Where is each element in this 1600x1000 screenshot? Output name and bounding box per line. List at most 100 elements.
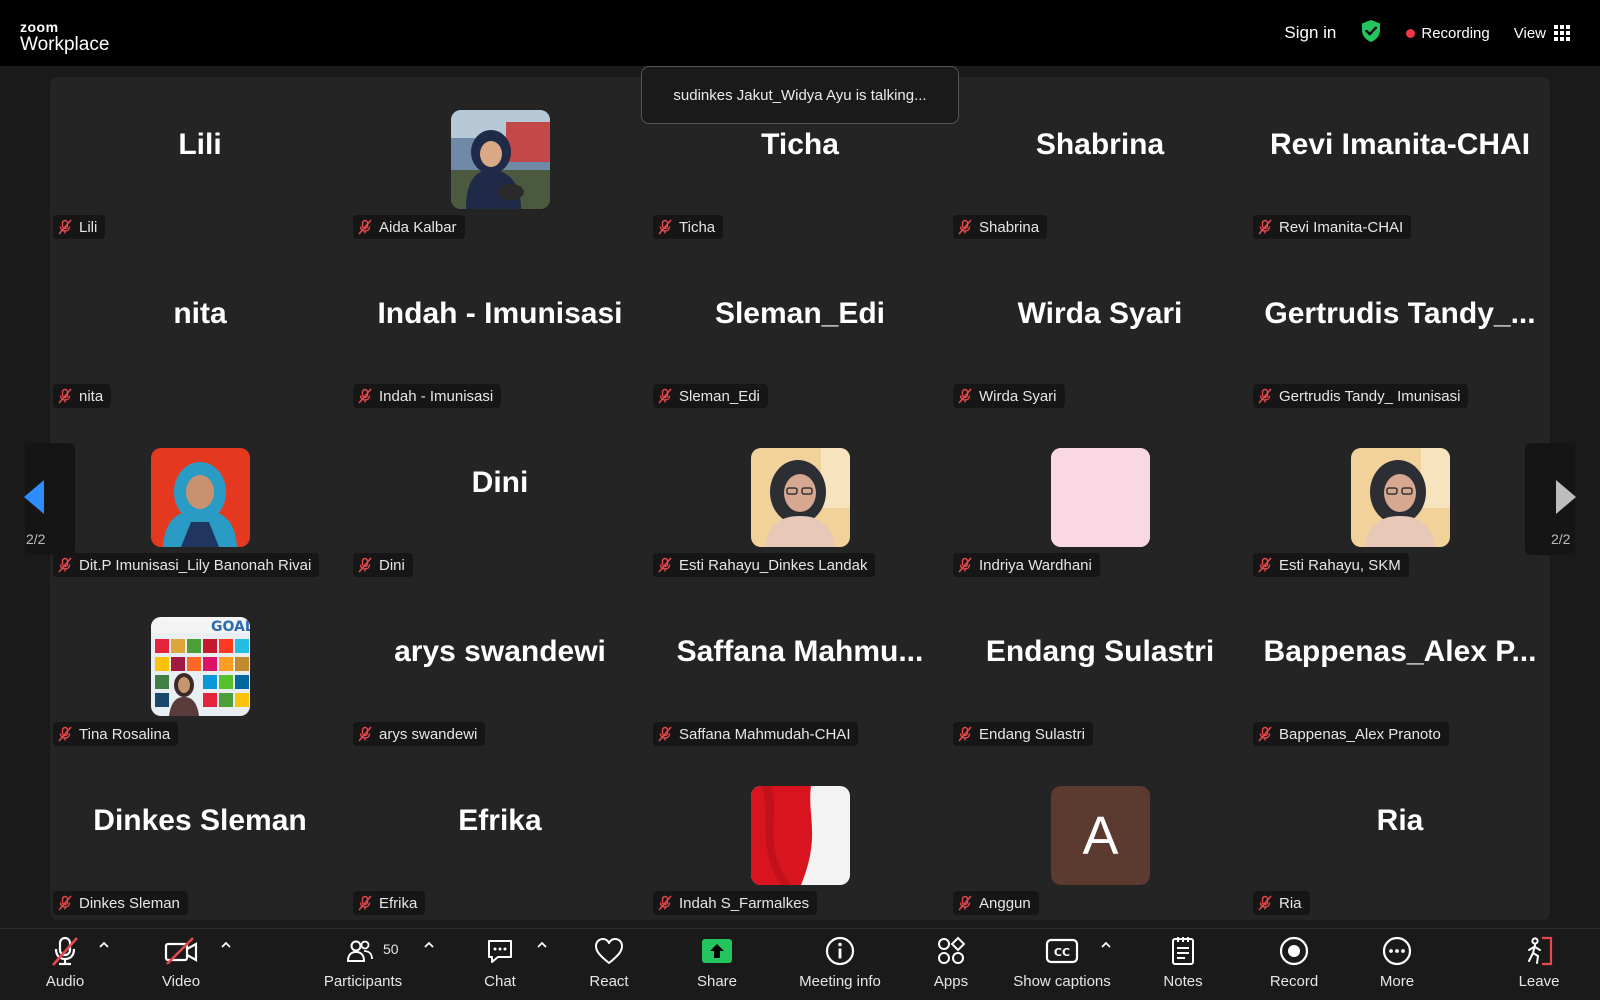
participant-tile[interactable]: Indriya Wardhani — [950, 415, 1250, 584]
leave-exit-icon — [1528, 936, 1553, 966]
gallery-stage: Lili Lili Aida Kalbar Ticha Ticha Shabrina Sha… — [50, 77, 1550, 920]
chat-options-chevron-up-icon[interactable] — [536, 939, 548, 951]
react-button[interactable]: React — [584, 929, 634, 1000]
meeting-info-button[interactable]: Meeting info — [794, 929, 886, 1000]
participant-name: Aida Kalbar — [379, 218, 457, 236]
participant-tile[interactable]: Saffana Mahmu... Saffana Mahmudah-CHAI — [650, 584, 950, 753]
participant-tile[interactable]: Ria Ria — [1250, 753, 1550, 922]
participants-icon — [346, 940, 373, 962]
participants-label: Participants — [323, 973, 403, 990]
participant-name-label: Shabrina — [953, 215, 1048, 239]
muted-mic-icon — [958, 726, 972, 742]
muted-mic-icon — [58, 557, 72, 573]
participant-tile[interactable]: A Anggun — [950, 753, 1250, 922]
participant-tile[interactable]: Shabrina Shabrina — [950, 77, 1250, 246]
participant-tile[interactable]: Aida Kalbar — [350, 77, 650, 246]
participant-name-label: Indah S_Farmalkes — [653, 891, 818, 915]
captions-options-chevron-up-icon[interactable] — [1100, 939, 1112, 951]
participant-name: Esti Rahayu_Dinkes Landak — [679, 556, 868, 574]
leave-button[interactable]: Leave — [1514, 929, 1564, 1000]
participant-name: Gertrudis Tandy_ Imunisasi — [1279, 387, 1461, 405]
record-icon — [1279, 936, 1309, 966]
apps-button[interactable]: Apps — [926, 929, 976, 1000]
notes-button[interactable]: Notes — [1158, 929, 1208, 1000]
audio-options-chevron-up-icon[interactable] — [98, 939, 110, 951]
participant-tile[interactable]: Efrika Efrika — [350, 753, 650, 922]
participant-name: Bappenas_Alex Pranoto — [1279, 725, 1441, 743]
closed-captions-icon: CC — [1045, 938, 1079, 964]
more-button[interactable]: More — [1372, 929, 1422, 1000]
participant-tile[interactable]: GOALS Tina Rosalina — [50, 584, 350, 753]
muted-mic-icon — [958, 557, 972, 573]
video-off-icon — [164, 937, 198, 965]
participant-name: Dini — [379, 556, 405, 574]
security-shield-icon[interactable] — [1360, 19, 1382, 48]
participant-name-label: Revi Imanita-CHAI — [1253, 215, 1412, 239]
participant-display-name: Revi Imanita-CHAI — [1269, 128, 1531, 161]
participant-tile[interactable]: Dit.P Imunisasi_Lily Banonah Rivai — [50, 415, 350, 584]
participant-tile[interactable]: Bappenas_Alex P... Bappenas_Alex Pranoto — [1250, 584, 1550, 753]
participant-tile[interactable]: Indah - Imunisasi Indah - Imunisasi — [350, 246, 650, 415]
participant-tile[interactable]: Sleman_Edi Sleman_Edi — [650, 246, 950, 415]
participant-name: arys swandewi — [379, 725, 478, 743]
participants-options-chevron-up-icon[interactable] — [423, 939, 435, 951]
participant-tile[interactable]: Endang Sulastri Endang Sulastri — [950, 584, 1250, 753]
chat-button[interactable]: Chat — [478, 929, 522, 1000]
muted-mic-icon — [58, 726, 72, 742]
page-indicator-left: 2/2 — [26, 531, 46, 547]
participants-button[interactable]: Participants — [318, 929, 408, 1000]
participant-name-label: Sleman_Edi — [653, 384, 768, 408]
participant-tile[interactable]: Wirda Syari Wirda Syari — [950, 246, 1250, 415]
participant-tile[interactable]: Indah S_Farmalkes — [650, 753, 950, 922]
participant-avatar — [1051, 448, 1150, 547]
sign-in-link[interactable]: Sign in — [1284, 23, 1336, 43]
audio-button[interactable]: Audio — [38, 929, 92, 1000]
record-button[interactable]: Record — [1269, 929, 1319, 1000]
muted-mic-icon — [658, 895, 672, 911]
top-bar: zoom Workplace Sign in Recording View — [0, 0, 1600, 66]
next-page-button[interactable]: 2/2 — [1525, 443, 1600, 555]
muted-mic-icon — [658, 219, 672, 235]
muted-mic-icon — [58, 388, 72, 404]
chat-label: Chat — [484, 973, 516, 990]
participant-tile[interactable]: Gertrudis Tandy_... Gertrudis Tandy_ Imun… — [1250, 246, 1550, 415]
participants-count: 50 — [383, 941, 399, 957]
apps-label: Apps — [933, 973, 969, 990]
video-options-chevron-up-icon[interactable] — [220, 939, 232, 951]
apps-icon — [938, 936, 966, 964]
participant-tile[interactable]: Dinkes Sleman Dinkes Sleman — [50, 753, 350, 922]
participant-display-name: Ria — [1376, 804, 1424, 837]
participant-name: Endang Sulastri — [979, 725, 1085, 743]
participant-name-label: Ria — [1253, 891, 1310, 915]
video-button[interactable]: Video — [154, 929, 208, 1000]
participant-tile[interactable]: Esti Rahayu, SKM — [1250, 415, 1550, 584]
participant-tile[interactable]: Esti Rahayu_Dinkes Landak — [650, 415, 950, 584]
participant-avatar — [751, 786, 850, 885]
prev-page-button[interactable]: 2/2 — [0, 443, 75, 555]
participant-name: Shabrina — [979, 218, 1040, 236]
view-button[interactable]: View — [1514, 25, 1570, 42]
participant-tile[interactable]: Dini Dini — [350, 415, 650, 584]
muted-mic-icon — [358, 388, 372, 404]
participant-tile[interactable]: Revi Imanita-CHAI Revi Imanita-CHAI — [1250, 77, 1550, 246]
participant-tile[interactable]: nita nita — [50, 246, 350, 415]
recording-indicator[interactable]: Recording — [1406, 25, 1490, 42]
participant-tile[interactable]: Lili Lili — [50, 77, 350, 246]
muted-mic-icon — [658, 726, 672, 742]
participant-avatar — [751, 448, 850, 547]
participant-name: Anggun — [979, 894, 1031, 912]
participant-name: Wirda Syari — [979, 387, 1057, 405]
participant-name-label: Indah - Imunisasi — [353, 384, 502, 408]
participant-avatar: GOALS — [151, 617, 250, 716]
muted-mic-icon — [1258, 726, 1272, 742]
chevron-right-icon — [1556, 480, 1576, 514]
show-captions-button[interactable]: CC Show captions — [1010, 929, 1114, 1000]
participant-name-label: Dinkes Sleman — [53, 891, 188, 915]
svg-text:CC: CC — [1054, 946, 1070, 959]
muted-mic-icon — [358, 895, 372, 911]
chevron-left-icon — [24, 480, 44, 514]
svg-text:GOALS: GOALS — [211, 619, 250, 635]
share-button[interactable]: Share — [692, 929, 742, 1000]
show-captions-label: Show captions — [1013, 973, 1111, 990]
participant-tile[interactable]: arys swandewi arys swandewi — [350, 584, 650, 753]
